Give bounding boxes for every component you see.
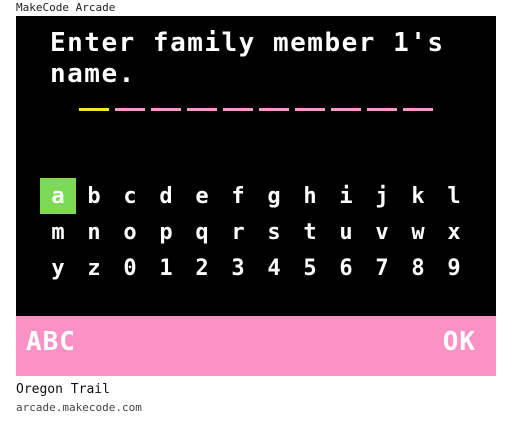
game-title: Oregon Trail [16,382,110,397]
key-n[interactable]: n [76,214,112,250]
name-slot [79,108,109,111]
abc-mode-button[interactable]: ABC [26,327,76,357]
key-5[interactable]: 5 [292,250,328,286]
key-j[interactable]: j [364,178,400,214]
key-b[interactable]: b [76,178,112,214]
name-slot [223,108,253,111]
name-slot [151,108,181,111]
key-i[interactable]: i [328,178,364,214]
name-slot [403,108,433,111]
key-p[interactable]: p [148,214,184,250]
key-s[interactable]: s [256,214,292,250]
key-r[interactable]: r [220,214,256,250]
key-u[interactable]: u [328,214,364,250]
key-1[interactable]: 1 [148,250,184,286]
key-g[interactable]: g [256,178,292,214]
key-k[interactable]: k [400,178,436,214]
name-slot [295,108,325,111]
name-slot [259,108,289,111]
key-8[interactable]: 8 [400,250,436,286]
key-t[interactable]: t [292,214,328,250]
key-0[interactable]: 0 [112,250,148,286]
name-slot [187,108,217,111]
key-2[interactable]: 2 [184,250,220,286]
key-w[interactable]: w [400,214,436,250]
app-title: MakeCode Arcade [16,1,116,14]
ok-button[interactable]: OK [443,327,476,357]
name-slot [367,108,397,111]
keyboard-footer: ABC OK [16,316,496,376]
key-x[interactable]: x [436,214,472,250]
key-9[interactable]: 9 [436,250,472,286]
key-o[interactable]: o [112,214,148,250]
key-d[interactable]: d [148,178,184,214]
name-slot [115,108,145,111]
key-h[interactable]: h [292,178,328,214]
key-6[interactable]: 6 [328,250,364,286]
game-screen[interactable]: Enter family member 1's name. abcdefghij… [16,16,496,376]
key-q[interactable]: q [184,214,220,250]
key-v[interactable]: v [364,214,400,250]
name-slot [331,108,361,111]
key-3[interactable]: 3 [220,250,256,286]
key-e[interactable]: e [184,178,220,214]
key-m[interactable]: m [40,214,76,250]
key-a[interactable]: a [40,178,76,214]
key-l[interactable]: l [436,178,472,214]
game-url[interactable]: arcade.makecode.com [16,401,142,414]
key-c[interactable]: c [112,178,148,214]
key-7[interactable]: 7 [364,250,400,286]
key-z[interactable]: z [76,250,112,286]
name-prompt: Enter family member 1's name. [50,28,462,89]
key-4[interactable]: 4 [256,250,292,286]
key-f[interactable]: f [220,178,256,214]
key-y[interactable]: y [40,250,76,286]
